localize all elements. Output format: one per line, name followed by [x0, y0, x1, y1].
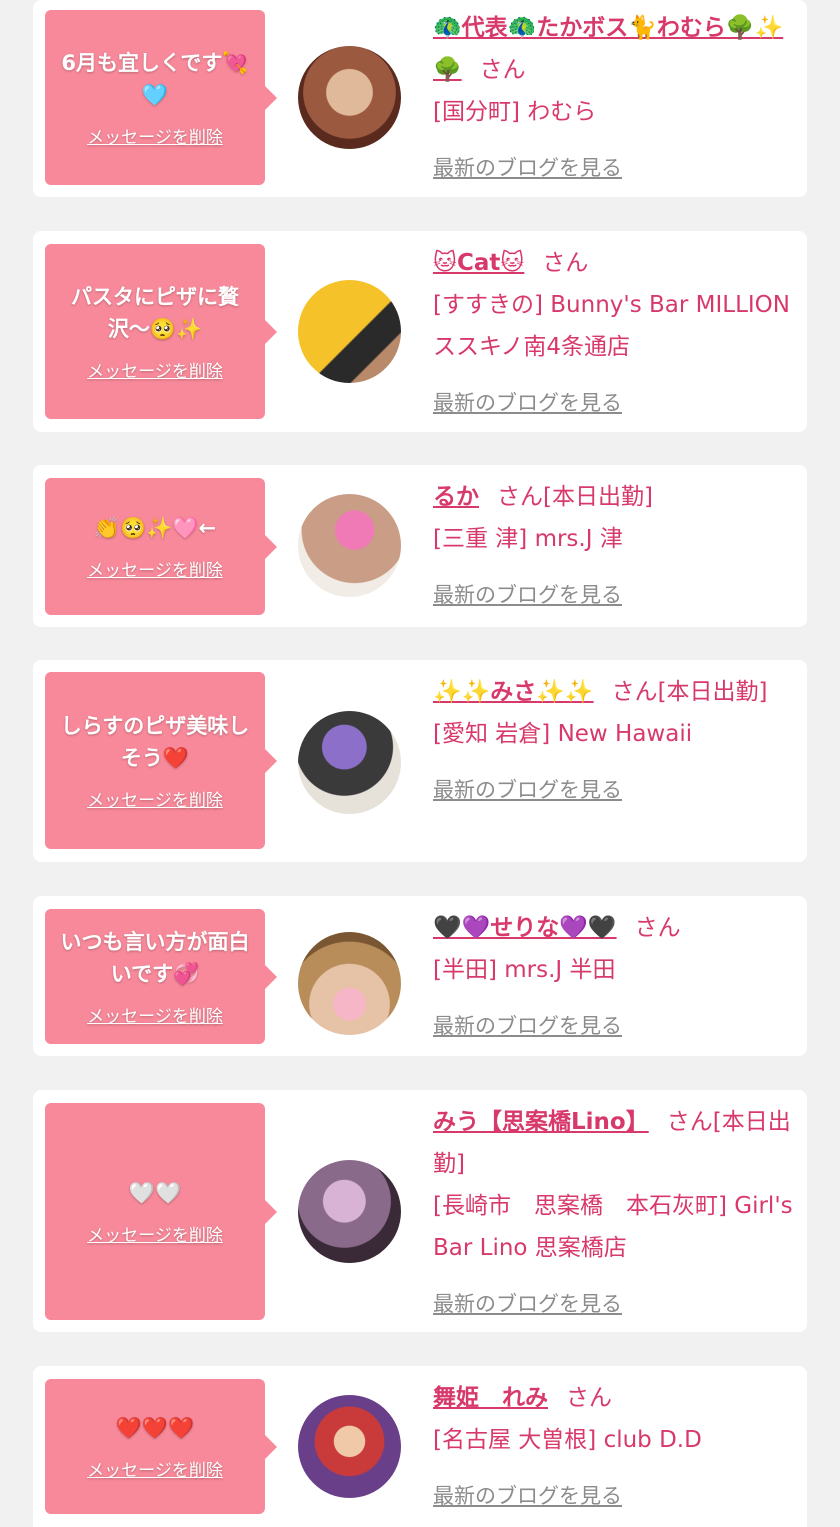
honorific: さん [542, 250, 589, 276]
honorific: さん [479, 57, 526, 83]
girl-info: ✨✨みさ✨✨ さん[本日出勤] [愛知 岩倉] New Hawaii 最新のブログ… [433, 671, 798, 811]
message-text: パスタにピザに贅沢〜🥺✨ [71, 285, 239, 341]
girl-info: 🖤💜せりな💜🖤 さん [半田] mrs.J 半田 最新のブログを見る [433, 907, 798, 1047]
girl-name-link[interactable]: 舞姫 れみ [433, 1385, 548, 1411]
message-text: いつも言い方が面白いです💞 [60, 930, 250, 986]
shop-name: [長崎市 思案橋 本石灰町] Girl's Bar Lino 思案橋店 [433, 1193, 793, 1261]
shop-name: [三重 津] mrs.J 津 [433, 526, 623, 552]
delete-message-link[interactable]: メッセージを削除 [87, 1002, 223, 1027]
shop-name: [愛知 岩倉] New Hawaii [433, 721, 693, 747]
message-text: ❤️❤️❤️ [115, 1416, 195, 1440]
message-card: しらすのピザ美味しそう❤️ メッセージを削除 ✨✨みさ✨✨ さん[本日出勤] [愛… [33, 660, 807, 862]
message-bubble: いつも言い方が面白いです💞 メッセージを削除 [45, 909, 277, 1044]
blog-link[interactable]: 最新のブログを見る [433, 1475, 798, 1517]
avatar[interactable] [298, 711, 401, 814]
avatar[interactable] [298, 46, 401, 149]
message-bubble: しらすのピザ美味しそう❤️ メッセージを削除 [45, 672, 277, 849]
message-text: しらすのピザ美味しそう❤️ [60, 714, 250, 770]
avatar[interactable] [298, 932, 401, 1035]
blog-link[interactable]: 最新のブログを見る [433, 1283, 798, 1325]
honorific: さん[本日出勤] [611, 679, 768, 705]
message-bubble: 🤍🤍 メッセージを削除 [45, 1103, 277, 1320]
shop-name: [名古屋 大曽根] club D.D [433, 1427, 702, 1453]
message-card: いつも言い方が面白いです💞 メッセージを削除 🖤💜せりな💜🖤 さん [半田] mr… [33, 896, 807, 1056]
avatar[interactable] [298, 280, 401, 383]
message-card: 6月も宜しくです💘🩵 メッセージを削除 🦚代表🦚たかボス🐈わむら🌳✨🌳 さん [国… [33, 0, 807, 197]
girl-name-link[interactable]: 🖤💜せりな💜🖤 [433, 915, 617, 941]
girl-name-link[interactable]: ✨✨みさ✨✨ [433, 679, 594, 705]
shop-name: [すすきの] Bunny's Bar MILLION ススキノ南4条通店 [433, 292, 790, 360]
delete-message-link[interactable]: メッセージを削除 [87, 123, 223, 148]
girl-info: 🐱Cat🐱 さん [すすきの] Bunny's Bar MILLION ススキノ南… [433, 242, 798, 424]
message-bubble: ❤️❤️❤️ メッセージを削除 [45, 1379, 277, 1514]
message-bubble: 👏🥺✨🩷← メッセージを削除 [45, 478, 277, 615]
message-bubble: 6月も宜しくです💘🩵 メッセージを削除 [45, 10, 277, 185]
girl-info: 🦚代表🦚たかボス🐈わむら🌳✨🌳 さん [国分町] わむら 最新のブログを見る [433, 7, 798, 189]
avatar[interactable] [298, 1395, 401, 1498]
blog-link[interactable]: 最新のブログを見る [433, 574, 798, 616]
honorific: さん[本日出勤] [497, 484, 653, 510]
girl-name-link[interactable]: 🐱Cat🐱 [433, 250, 524, 276]
message-text: 🤍🤍 [128, 1181, 182, 1205]
blog-link[interactable]: 最新のブログを見る [433, 382, 798, 424]
girl-info: るか さん[本日出勤] [三重 津] mrs.J 津 最新のブログを見る [433, 476, 798, 616]
girl-info: みう【思案橋Lino】 さん[本日出勤] [長崎市 思案橋 本石灰町] Girl'… [433, 1101, 798, 1325]
message-text: 6月も宜しくです💘🩵 [61, 51, 249, 107]
girl-name-link[interactable]: るか [433, 484, 479, 510]
shop-name: [国分町] わむら [433, 99, 597, 125]
blog-link[interactable]: 最新のブログを見る [433, 1005, 798, 1047]
delete-message-link[interactable]: メッセージを削除 [87, 1456, 223, 1481]
message-card: パスタにピザに贅沢〜🥺✨ メッセージを削除 🐱Cat🐱 さん [すすきの] Bun… [33, 231, 807, 432]
message-bubble: パスタにピザに贅沢〜🥺✨ メッセージを削除 [45, 244, 277, 419]
delete-message-link[interactable]: メッセージを削除 [87, 1221, 223, 1246]
honorific: さん [634, 915, 681, 941]
avatar[interactable] [298, 1160, 401, 1263]
delete-message-link[interactable]: メッセージを削除 [87, 357, 223, 382]
honorific: さん [566, 1385, 612, 1411]
girl-name-link[interactable]: みう【思案橋Lino】 [433, 1109, 649, 1135]
shop-name: [半田] mrs.J 半田 [433, 957, 616, 983]
avatar[interactable] [298, 494, 401, 597]
blog-link[interactable]: 最新のブログを見る [433, 147, 798, 189]
delete-message-link[interactable]: メッセージを削除 [87, 556, 223, 581]
message-card: ❤️❤️❤️ メッセージを削除 舞姫 れみ さん [名古屋 大曽根] club D… [33, 1366, 807, 1527]
message-list: 6月も宜しくです💘🩵 メッセージを削除 🦚代表🦚たかボス🐈わむら🌳✨🌳 さん [国… [0, 0, 840, 1527]
blog-link[interactable]: 最新のブログを見る [433, 769, 798, 811]
message-card: 👏🥺✨🩷← メッセージを削除 るか さん[本日出勤] [三重 津] mrs.J 津… [33, 465, 807, 627]
message-card: 🤍🤍 メッセージを削除 みう【思案橋Lino】 さん[本日出勤] [長崎市 思案橋… [33, 1090, 807, 1332]
girl-info: 舞姫 れみ さん [名古屋 大曽根] club D.D 最新のブログを見る [433, 1377, 798, 1517]
message-text: 👏🥺✨🩷← [93, 516, 217, 540]
delete-message-link[interactable]: メッセージを削除 [87, 786, 223, 811]
